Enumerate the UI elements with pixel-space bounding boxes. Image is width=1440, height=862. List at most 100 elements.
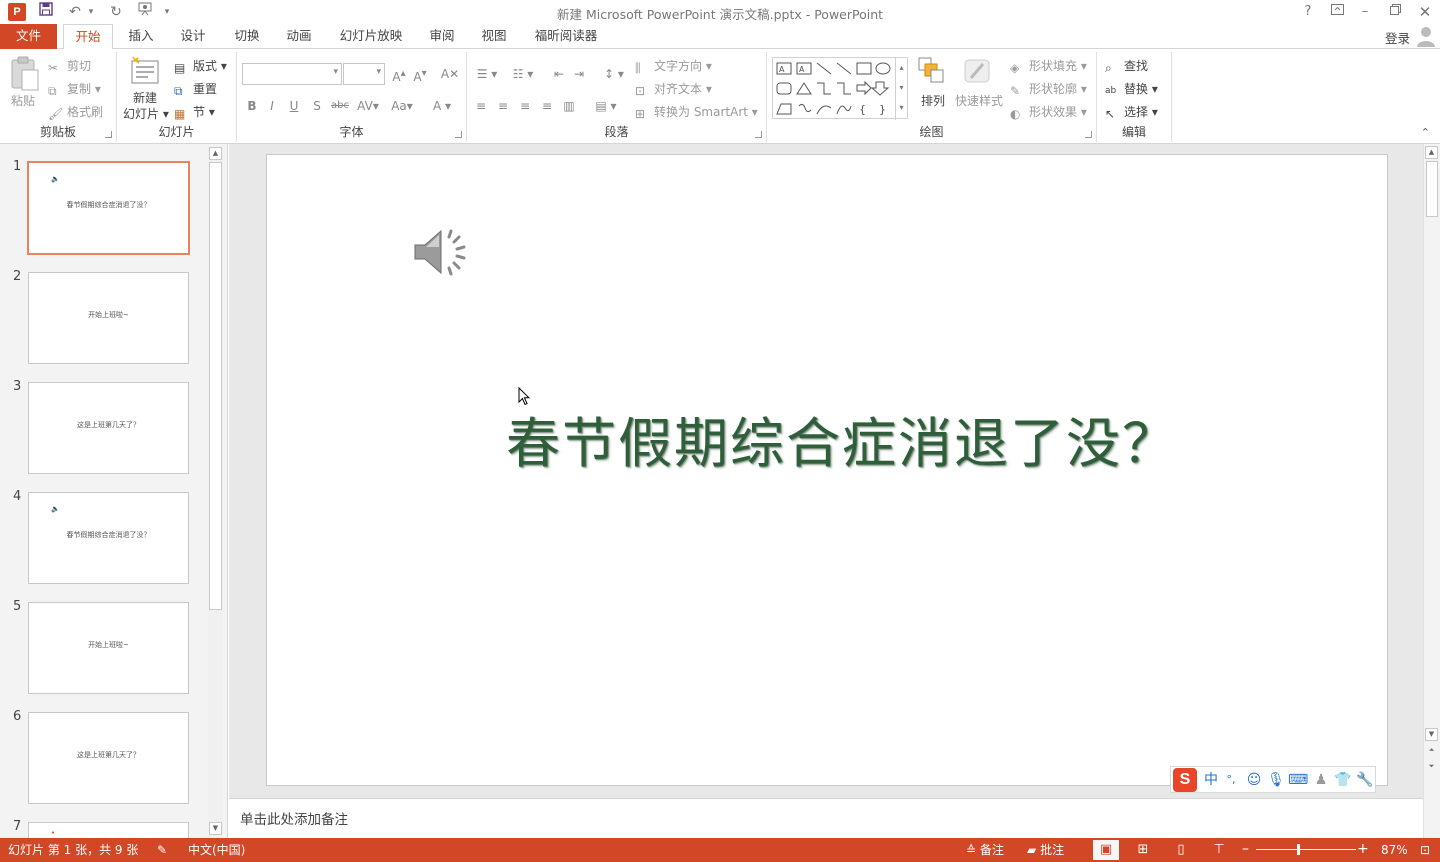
replace-button[interactable]: ab 替换 ▾ bbox=[1105, 80, 1158, 98]
tab-file[interactable]: 文件 bbox=[0, 24, 57, 49]
justify-icon[interactable]: ≡ bbox=[537, 96, 557, 116]
scroll-thumb[interactable] bbox=[1426, 161, 1438, 217]
align-center-icon[interactable]: ≡ bbox=[493, 96, 513, 116]
spell-check-icon[interactable]: ✎ bbox=[157, 842, 167, 858]
paste-icon[interactable] bbox=[8, 56, 40, 97]
paragraph-launcher-icon[interactable] bbox=[755, 131, 762, 138]
current-slide[interactable]: 春节假期综合症消退了没？ bbox=[266, 154, 1388, 786]
language-status[interactable]: 中文(中国) bbox=[188, 842, 245, 858]
shape-fill-button[interactable]: ◈ 形状填充 ▾ bbox=[1010, 57, 1087, 75]
slide-thumbnail-4[interactable]: 🔈 春节假期综合症消退了没？ bbox=[28, 492, 189, 584]
notes-toggle-button[interactable]: ≙ 备注 bbox=[966, 842, 1004, 858]
italic-button[interactable]: I bbox=[262, 96, 282, 116]
find-button[interactable]: ⌕ 查找 bbox=[1105, 57, 1148, 75]
tab-home[interactable]: 开始 bbox=[63, 24, 113, 50]
zoom-in-icon[interactable]: + bbox=[1357, 841, 1369, 857]
slide-thumbnail-7[interactable]: • bbox=[28, 822, 189, 838]
tab-foxit-reader[interactable]: 福昕阅读器 bbox=[526, 24, 606, 49]
slide-thumbnail-2[interactable]: 开始上班啦~ bbox=[28, 272, 189, 364]
new-slide-icon[interactable] bbox=[129, 56, 161, 91]
align-text-button[interactable]: ⊡ 对齐文本 ▾ bbox=[635, 80, 712, 98]
scroll-down-icon[interactable]: ▼ bbox=[209, 822, 222, 835]
slideshow-view-icon[interactable]: ⊤ bbox=[1206, 840, 1232, 860]
tab-slideshow[interactable]: 幻灯片放映 bbox=[332, 24, 410, 49]
slide-thumbnail-3[interactable]: 这是上班第几天了？ bbox=[28, 382, 189, 474]
scroll-thumb[interactable] bbox=[209, 162, 222, 610]
section-button[interactable]: ▦ 节 ▾ bbox=[174, 103, 215, 121]
tab-design[interactable]: 设计 bbox=[170, 24, 216, 49]
font-launcher-icon[interactable] bbox=[455, 131, 462, 138]
arrange-button[interactable]: 排列 bbox=[921, 92, 945, 110]
text-shadow-button[interactable]: S bbox=[307, 96, 327, 116]
editor-scrollbar[interactable]: ▲ ▼ ⏶ ⏷ bbox=[1423, 144, 1440, 838]
drawing-launcher-icon[interactable] bbox=[1085, 131, 1092, 138]
quick-styles-icon[interactable] bbox=[963, 56, 993, 91]
line-spacing-button[interactable]: ↕ ▾ bbox=[599, 64, 629, 84]
tab-animations[interactable]: 动画 bbox=[276, 24, 322, 49]
align-left-icon[interactable]: ≡ bbox=[471, 96, 491, 116]
tab-view[interactable]: 视图 bbox=[472, 24, 516, 49]
zoom-slider-knob[interactable] bbox=[1297, 844, 1300, 855]
scroll-up-icon[interactable]: ▲ bbox=[1425, 146, 1438, 159]
fit-to-window-icon[interactable]: ⊡ bbox=[1420, 842, 1430, 858]
character-spacing-button[interactable]: AV▾ bbox=[353, 96, 383, 116]
user-avatar-icon[interactable] bbox=[1416, 25, 1436, 47]
increase-font-size-icon[interactable]: A▴ bbox=[389, 64, 409, 87]
copy-button[interactable]: ⧉ 复制 ▾ bbox=[48, 80, 101, 98]
zoom-out-icon[interactable]: – bbox=[1242, 841, 1249, 857]
help-icon[interactable]: ? bbox=[1295, 2, 1321, 22]
text-direction-button[interactable]: ⫼ 文字方向 ▾ bbox=[635, 57, 712, 75]
wrench-icon[interactable]: 🔧 bbox=[1355, 770, 1375, 790]
change-case-button[interactable]: Aa▾ bbox=[387, 96, 417, 116]
tab-insert[interactable]: 插入 bbox=[118, 24, 164, 49]
quick-styles-button[interactable]: 快速样式 bbox=[955, 92, 1003, 110]
microphone-icon[interactable]: 🎙 bbox=[1266, 770, 1286, 790]
shapes-gallery-scroll[interactable]: ▴ ▾ ▾ bbox=[895, 58, 907, 120]
ime-punctuation-toggle[interactable]: °, bbox=[1221, 770, 1241, 790]
new-slide-button[interactable]: 幻灯片 ▾ bbox=[123, 105, 169, 123]
clipboard-launcher-icon[interactable] bbox=[105, 131, 112, 138]
bold-button[interactable]: B bbox=[242, 96, 262, 116]
notes-pane[interactable]: 单击此处添加备注 bbox=[229, 798, 1423, 838]
maximize-icon[interactable] bbox=[1382, 2, 1408, 22]
minimize-icon[interactable]: – bbox=[1352, 2, 1378, 22]
shape-effects-button[interactable]: ◐ 形状效果 ▾ bbox=[1010, 103, 1087, 121]
comments-toggle-button[interactable]: ▰ 批注 bbox=[1027, 842, 1064, 858]
slide-sorter-view-icon[interactable]: ⊞ bbox=[1130, 840, 1156, 860]
zoom-level[interactable]: 87% bbox=[1381, 842, 1408, 858]
slide-title[interactable]: 春节假期综合症消退了没？ bbox=[267, 399, 1387, 478]
strikethrough-button[interactable]: abc bbox=[330, 96, 350, 116]
skin-icon[interactable]: 👕 bbox=[1333, 770, 1353, 790]
font-size-combo[interactable] bbox=[343, 63, 385, 85]
clear-formatting-icon[interactable]: A✕ bbox=[440, 64, 460, 84]
shapes-gallery[interactable]: A A {} ▴ ▾ ▾ bbox=[772, 57, 908, 120]
tab-transitions[interactable]: 切换 bbox=[224, 24, 270, 49]
slide-thumbnail-5[interactable]: 开始上班啦~ bbox=[28, 602, 189, 694]
user-center-icon[interactable]: ♟ bbox=[1311, 770, 1331, 790]
reading-view-icon[interactable]: ▯ bbox=[1168, 840, 1194, 860]
cut-button[interactable]: ✂ 剪切 bbox=[48, 57, 91, 75]
previous-slide-icon[interactable]: ⏶ bbox=[1425, 745, 1438, 758]
tab-review[interactable]: 审阅 bbox=[420, 24, 464, 49]
arrange-icon[interactable] bbox=[917, 56, 945, 91]
align-right-icon[interactable]: ≡ bbox=[515, 96, 535, 116]
emoji-icon[interactable]: ☺ bbox=[1244, 770, 1264, 790]
increase-indent-icon[interactable]: ⇥ bbox=[569, 64, 589, 84]
collapse-ribbon-icon[interactable]: ⌃ bbox=[1421, 126, 1430, 139]
next-slide-icon[interactable]: ⏷ bbox=[1425, 761, 1438, 774]
reset-button[interactable]: ⧉ 重置 bbox=[174, 80, 217, 98]
normal-view-icon[interactable]: ▣ bbox=[1093, 840, 1119, 860]
audio-icon[interactable] bbox=[413, 225, 471, 279]
underline-button[interactable]: U bbox=[284, 96, 304, 116]
bullets-button[interactable]: ☰ ▾ bbox=[471, 64, 503, 84]
shape-outline-button[interactable]: ✎ 形状轮廓 ▾ bbox=[1010, 80, 1087, 98]
ime-mode-toggle[interactable]: 中 bbox=[1201, 770, 1221, 790]
columns-button[interactable]: ▤ ▾ bbox=[591, 96, 621, 116]
scroll-up-icon[interactable]: ▲ bbox=[209, 147, 222, 160]
keyboard-icon[interactable]: ⌨ bbox=[1288, 770, 1308, 790]
select-button[interactable]: ↖ 选择 ▾ bbox=[1105, 103, 1158, 121]
notes-placeholder[interactable]: 单击此处添加备注 bbox=[240, 808, 348, 828]
convert-smartart-button[interactable]: ⊞ 转换为 SmartArt ▾ bbox=[635, 103, 758, 121]
thumbnails-scrollbar[interactable]: ▲ ▼ bbox=[208, 146, 223, 836]
close-icon[interactable]: ✕ bbox=[1412, 2, 1438, 22]
